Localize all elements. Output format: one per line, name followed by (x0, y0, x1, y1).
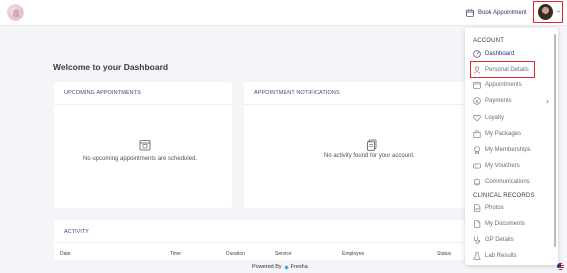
upcoming-empty-text: No upcoming appointments are scheduled. (83, 156, 198, 162)
document-icon (474, 220, 481, 228)
menu-item-my-vouchers[interactable]: My Vouchers (471, 159, 551, 173)
card-divider (54, 242, 468, 243)
account-section-heading: ACCOUNT (473, 38, 505, 44)
user-icon (473, 66, 481, 74)
column-header-time[interactable]: Time (170, 251, 181, 257)
menu-item-lab-results[interactable]: Lab Results (471, 249, 551, 263)
menu-item-label: My Documents (485, 221, 526, 227)
account-dropdown-menu: ACCOUNT Dashboard Personal Details Appoi… (465, 28, 558, 265)
menu-item-loyalty[interactable]: Loyalty (471, 111, 551, 125)
calendar-icon (473, 81, 481, 89)
activity-title: ACTIVITY (64, 229, 89, 235)
menu-item-appointments[interactable]: Appointments (471, 78, 551, 92)
menu-item-my-packages[interactable]: My Packages (471, 127, 551, 141)
menu-item-label: Communications (485, 179, 530, 185)
column-header-date[interactable]: Date (60, 251, 71, 257)
menu-item-label: Appointments (485, 82, 522, 88)
bell-icon (473, 178, 481, 186)
chevron-down-icon (556, 10, 561, 13)
menu-item-communications[interactable]: Communications (471, 175, 551, 189)
menu-item-gp-details[interactable]: GP Details (471, 233, 551, 247)
menu-item-label: Lab Results (485, 253, 517, 259)
column-header-employee[interactable]: Employee (342, 251, 364, 257)
appointment-notifications-card: APPOINTMENT NOTIFICATIONS No activity fo… (244, 82, 468, 208)
book-appointment-label: Book Appointment (478, 10, 527, 16)
badge-icon (474, 146, 480, 154)
notifications-empty-text: No activity found for your account. (324, 153, 415, 159)
column-header-status[interactable]: Status (437, 251, 451, 257)
menu-item-label: My Packages (485, 131, 522, 137)
clinical-records-section-heading: CLINICAL RECORDS (473, 193, 535, 199)
menu-item-personal-details[interactable]: Personal Details (470, 61, 535, 78)
menu-item-photos[interactable]: Photos (471, 201, 551, 215)
menu-item-label: Personal Details (485, 66, 529, 73)
account-menu-toggle[interactable] (533, 1, 563, 23)
empty-calendar-icon (139, 140, 151, 151)
menu-item-label: My Memberships (485, 147, 531, 153)
menu-item-label: My Vouchers (485, 163, 520, 169)
package-icon (473, 130, 481, 138)
powered-by-footer: Powered By Fresha (252, 264, 308, 270)
column-header-duration[interactable]: Duration (226, 251, 245, 257)
fresha-logo-icon (283, 264, 289, 270)
menu-item-my-memberships[interactable]: My Memberships (471, 143, 551, 157)
page-title: Welcome to your Dashboard (53, 62, 169, 72)
card-divider (244, 104, 468, 105)
appointment-notifications-title: APPOINTMENT NOTIFICATIONS (254, 90, 340, 96)
dollar-icon: $ (473, 97, 481, 105)
photo-icon (474, 204, 481, 212)
flask-icon (473, 252, 481, 260)
menu-item-label: Dashboard (485, 51, 515, 57)
powered-by-label: Powered By (252, 264, 282, 270)
upcoming-appointments-title: UPCOMING APPOINTMENTS (64, 90, 141, 96)
empty-documents-icon (367, 139, 377, 151)
activity-card: ACTIVITY Date Time Duration Service Empl… (54, 220, 468, 260)
voucher-icon (473, 163, 481, 169)
menu-item-label: Payments (485, 98, 512, 104)
calendar-icon (466, 9, 474, 17)
column-header-service[interactable]: Service (275, 251, 292, 257)
menu-item-label: GP Details (485, 237, 514, 243)
menu-item-dashboard[interactable]: Dashboard (471, 47, 551, 61)
business-logo[interactable] (7, 4, 24, 21)
menu-item-my-documents[interactable]: My Documents (471, 217, 551, 231)
card-divider (54, 104, 232, 105)
menu-item-label: Photos (485, 205, 504, 211)
menu-item-label: Loyalty (485, 115, 505, 121)
heart-icon (473, 114, 481, 122)
chevron-right-icon (546, 99, 549, 104)
stethoscope-icon (473, 236, 481, 244)
book-appointment-button[interactable]: Book Appointment (466, 6, 527, 20)
dashboard-icon (473, 50, 481, 58)
menu-item-payments[interactable]: $ Payments (471, 94, 551, 108)
upcoming-appointments-card: UPCOMING APPOINTMENTS No upcoming appoin… (54, 82, 232, 208)
svg-text:$: $ (476, 99, 479, 105)
language-flag-icon[interactable] (557, 263, 564, 270)
top-header: Book Appointment (0, 0, 567, 26)
menu-scrollbar[interactable] (554, 34, 556, 247)
powered-by-brand[interactable]: Fresha (291, 264, 308, 270)
avatar (538, 4, 553, 20)
